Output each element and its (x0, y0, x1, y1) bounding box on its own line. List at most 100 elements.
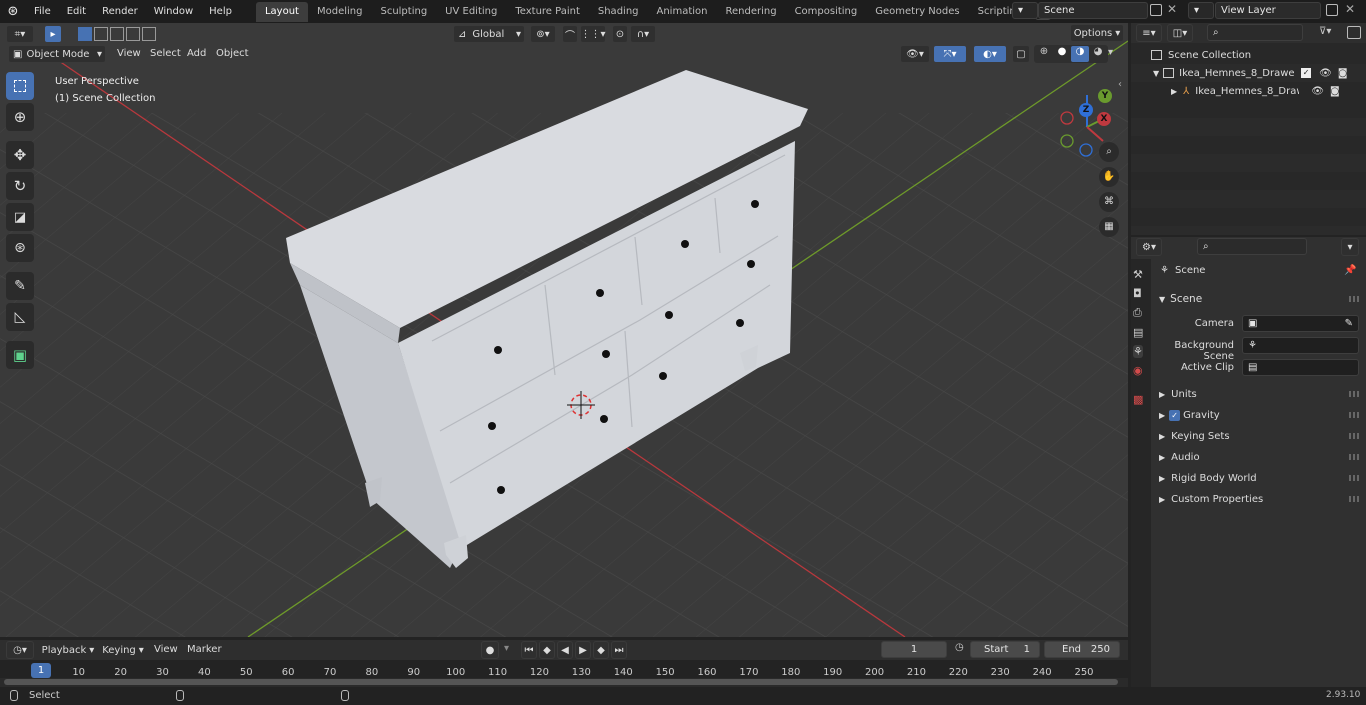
exclude-checkbox[interactable]: ✓ (1301, 68, 1312, 78)
tool-tab-icon[interactable]: ⚒ (1133, 268, 1143, 281)
end-frame-field[interactable]: End 250 (1044, 641, 1120, 658)
timeline-scrollbar[interactable] (4, 679, 1118, 685)
visibility-eye-icon[interactable]: 👁 (1319, 68, 1332, 79)
expand-chevron-icon[interactable]: ▼ (1153, 69, 1159, 78)
measure-tool-icon[interactable]: ◺ (6, 303, 34, 331)
workspace-tab-compositing[interactable]: Compositing (786, 2, 867, 22)
preview-range-clock-icon[interactable]: ◷ (955, 642, 964, 653)
rendered-shading-icon[interactable]: ◕ (1089, 46, 1107, 62)
properties-options-icon[interactable]: ▾ (1341, 238, 1359, 256)
transform-orientation-dropdown[interactable]: ⊿ Global ▾ (453, 25, 525, 43)
material-shading-icon[interactable]: ◑ (1071, 46, 1089, 62)
view-layer-copy-icon[interactable] (1326, 4, 1338, 16)
jump-to-keyframe-next-icon[interactable]: ◆ (593, 641, 609, 659)
workspace-tab-rendering[interactable]: Rendering (716, 2, 785, 22)
outliner-display-mode-icon[interactable]: ◫▾ (1167, 24, 1193, 42)
scale-tool-icon[interactable]: ◪ (6, 203, 34, 231)
workspace-tab-modeling[interactable]: Modeling (308, 2, 372, 22)
rigid-body-world-panel-header[interactable]: ▶ Rigid Body World (1152, 468, 1362, 488)
audio-panel-header[interactable]: ▶ Audio (1152, 447, 1362, 467)
outliner-row-object[interactable]: ▶ ⅄ Ikea_Hemnes_8_Drawer_ 👁 ◙ (1131, 82, 1366, 100)
viewport-menu-object[interactable]: Object (216, 48, 249, 59)
panel-drag-handle-icon[interactable] (1349, 496, 1359, 502)
ortho-toggle-icon[interactable]: ▦ (1099, 217, 1119, 237)
start-frame-field[interactable]: Start 1 (970, 641, 1040, 658)
background-scene-field[interactable]: ⚘ (1242, 337, 1359, 354)
add-cube-tool-icon[interactable]: ▣ (6, 341, 34, 369)
selection-mode-icons[interactable] (78, 27, 156, 41)
editor-type-selector[interactable]: ⌗▾ (6, 25, 34, 43)
world-tab-icon[interactable]: ◉ (1133, 364, 1143, 377)
play-reverse-icon[interactable]: ◀ (557, 641, 573, 659)
menu-render[interactable]: Render (94, 0, 146, 23)
menu-edit[interactable]: Edit (59, 0, 94, 23)
gizmo-z-axis[interactable]: Z (1079, 103, 1093, 117)
options-dropdown[interactable]: Options ▾ (1070, 24, 1124, 42)
panel-drag-handle-icon[interactable] (1349, 296, 1359, 302)
panel-drag-handle-icon[interactable] (1349, 475, 1359, 481)
gravity-panel-header[interactable]: ▶ ✓ Gravity (1152, 405, 1362, 425)
workspace-tab-texture-paint[interactable]: Texture Paint (506, 2, 589, 22)
scene-selector[interactable]: Scene (1038, 2, 1148, 19)
auto-keying-record-button[interactable]: ● (481, 641, 499, 659)
panel-drag-handle-icon[interactable] (1349, 391, 1359, 397)
outliner-search-input[interactable]: ⌕ (1207, 24, 1303, 41)
camera-view-icon[interactable]: ⌘ (1099, 192, 1119, 212)
viewport-menu-select[interactable]: Select (150, 48, 181, 59)
visibility-dropdown[interactable]: 👁▾ (900, 45, 930, 63)
select-extend-icon[interactable] (94, 27, 108, 41)
timeline-menu-marker[interactable]: Marker (187, 644, 222, 655)
3d-viewport[interactable]: Z Y X ⌗▾ ▸ ⊿ Global ▾ ⊚▾ ⌒ ⋮⋮▾ ⊙ ∩▾ Opti… (0, 23, 1128, 637)
pan-view-icon[interactable]: ✋ (1099, 167, 1119, 187)
keying-options-chevron-icon[interactable]: ▾ (504, 643, 509, 654)
view-layer-type-icon[interactable]: ▾ (1188, 2, 1214, 19)
outliner-filter-icon[interactable]: ⊽▾ (1319, 26, 1331, 37)
scene-tab-icon[interactable]: ⚘ (1133, 345, 1144, 358)
annotate-tool-icon[interactable]: ✎ (6, 272, 34, 300)
playhead-marker[interactable]: 1 (31, 663, 51, 678)
menu-help[interactable]: Help (201, 0, 240, 23)
snap-toggle[interactable]: ⌒ (562, 25, 578, 43)
outliner-editor-type-icon[interactable]: ≡▾ (1136, 24, 1162, 42)
xray-toggle[interactable]: ▢ (1012, 45, 1030, 63)
properties-editor-type-icon[interactable]: ⚙▾ (1136, 238, 1162, 256)
eyedropper-icon[interactable]: ✎ (1345, 318, 1353, 329)
workspace-tab-geometry-nodes[interactable]: Geometry Nodes (866, 2, 968, 22)
object-mode-dropdown[interactable]: ▣ Object Mode ▾ (8, 45, 106, 63)
gravity-checkbox[interactable]: ✓ (1169, 409, 1181, 421)
menu-window[interactable]: Window (146, 0, 201, 23)
render-camera-icon[interactable]: ◙ (1338, 68, 1348, 79)
select-box-tool-icon[interactable] (6, 72, 34, 100)
visibility-eye-icon[interactable]: 👁 (1311, 86, 1324, 97)
gizmo-y-axis[interactable]: Y (1098, 89, 1112, 103)
keying-sets-panel-header[interactable]: ▶ Keying Sets (1152, 426, 1362, 446)
outliner-row-collection[interactable]: ▼ Ikea_Hemnes_8_Drawer_Dres ✓ 👁 ◙ (1131, 64, 1366, 82)
pivot-point-dropdown[interactable]: ⊚▾ (530, 25, 556, 43)
cursor-tool-icon[interactable]: ⊕ (6, 103, 34, 131)
select-new-icon[interactable] (78, 27, 92, 41)
pin-icon[interactable]: 📌 (1344, 265, 1356, 276)
jump-to-end-icon[interactable]: ⏭ (611, 641, 627, 659)
menu-file[interactable]: File (26, 0, 59, 23)
play-icon[interactable]: ▶ (575, 641, 591, 659)
zoom-view-icon[interactable]: ⌕ (1099, 142, 1119, 162)
current-frame-field[interactable]: 1 (881, 641, 947, 658)
scene-type-icon[interactable]: ▾ (1012, 2, 1038, 19)
select-intersect-icon[interactable] (142, 27, 156, 41)
render-camera-icon[interactable]: ◙ (1330, 86, 1340, 97)
blender-logo-icon[interactable]: ⊛ (0, 4, 26, 19)
timeline-menu-view[interactable]: View (154, 644, 178, 655)
new-collection-icon[interactable] (1347, 26, 1361, 39)
workspace-tab-sculpting[interactable]: Sculpting (371, 2, 436, 22)
sidebar-toggle-chevron-icon[interactable]: ‹ (1118, 79, 1122, 90)
view-layer-close-icon[interactable]: ✕ (1345, 2, 1355, 16)
viewport-menu-view[interactable]: View (117, 48, 141, 59)
workspace-tab-animation[interactable]: Animation (648, 2, 717, 22)
scene-copy-icon[interactable] (1150, 4, 1162, 16)
shading-modes[interactable]: ⊕ ● ◑ ◕ (1034, 45, 1108, 63)
select-invert-icon[interactable] (126, 27, 140, 41)
properties-search-input[interactable]: ⌕ (1197, 238, 1307, 255)
timeline-menu-keying[interactable]: Keying ▾ (100, 641, 146, 659)
camera-field[interactable]: ▣ ✎ (1242, 315, 1359, 332)
expand-chevron-icon[interactable]: ▶ (1171, 87, 1177, 96)
